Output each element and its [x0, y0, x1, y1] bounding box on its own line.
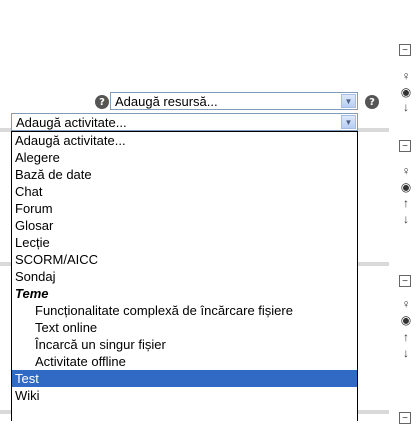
lightbulb-icon[interactable]: ♀ [399, 297, 413, 311]
dropdown-option[interactable]: Lecție [12, 234, 357, 251]
lightbulb-icon[interactable]: ♀ [399, 69, 413, 83]
dropdown-option[interactable]: Text online [12, 319, 357, 336]
dropdown-option[interactable]: Alegere [12, 149, 357, 166]
eye-icon[interactable]: ◉ [399, 313, 413, 327]
add-resource-select[interactable]: Adaugă resursă... ▼ [110, 92, 358, 110]
move-down-icon[interactable]: ↓ [399, 346, 413, 360]
collapse-section-icon[interactable]: − [399, 140, 411, 152]
lightbulb-icon[interactable]: ♀ [399, 164, 413, 178]
add-resource-select-value: Adaugă resursă... [115, 93, 218, 109]
move-down-icon[interactable]: ↓ [399, 212, 413, 226]
eye-icon[interactable]: ◉ [399, 85, 413, 99]
dropdown-option[interactable]: SCORM/AICC [12, 251, 357, 268]
add-activity-select-value: Adaugă activitate... [16, 114, 127, 130]
help-icon[interactable]: ? [95, 95, 109, 109]
dropdown-option[interactable]: Forum [12, 200, 357, 217]
dropdown-option[interactable]: Bază de date [12, 166, 357, 183]
move-up-icon[interactable]: ↑ [399, 330, 413, 344]
chevron-down-icon[interactable]: ▼ [341, 115, 356, 129]
dropdown-option[interactable]: Wiki [12, 387, 357, 404]
collapse-section-icon[interactable]: − [399, 44, 411, 56]
dropdown-option[interactable]: Sondaj [12, 268, 357, 285]
eye-icon[interactable]: ◉ [399, 180, 413, 194]
collapse-section-icon[interactable]: − [399, 275, 411, 287]
dropdown-option[interactable]: Funcționalitate complexă de încărcare fi… [12, 302, 357, 319]
dropdown-option[interactable]: Chat [12, 183, 357, 200]
chevron-down-icon[interactable]: ▼ [341, 94, 356, 108]
dropdown-option[interactable]: Adaugă activitate... [12, 132, 357, 149]
dropdown-option[interactable]: Activitate offline [12, 353, 357, 370]
move-down-icon[interactable]: ↓ [399, 100, 413, 114]
move-up-icon[interactable]: ↑ [399, 196, 413, 210]
add-activity-select[interactable]: Adaugă activitate... ▼ [11, 113, 358, 131]
dropdown-group-label: Teme [15, 286, 49, 301]
help-icon[interactable]: ? [365, 95, 379, 109]
collapse-section-icon[interactable]: − [399, 412, 411, 424]
dropdown-option[interactable]: Încarcă un singur fișier [12, 336, 357, 353]
dropdown-option-selected[interactable]: Test [12, 370, 357, 387]
dropdown-option[interactable]: Glosar [12, 217, 357, 234]
activity-dropdown-list: Adaugă activitate... Alegere Bază de dat… [11, 131, 358, 421]
